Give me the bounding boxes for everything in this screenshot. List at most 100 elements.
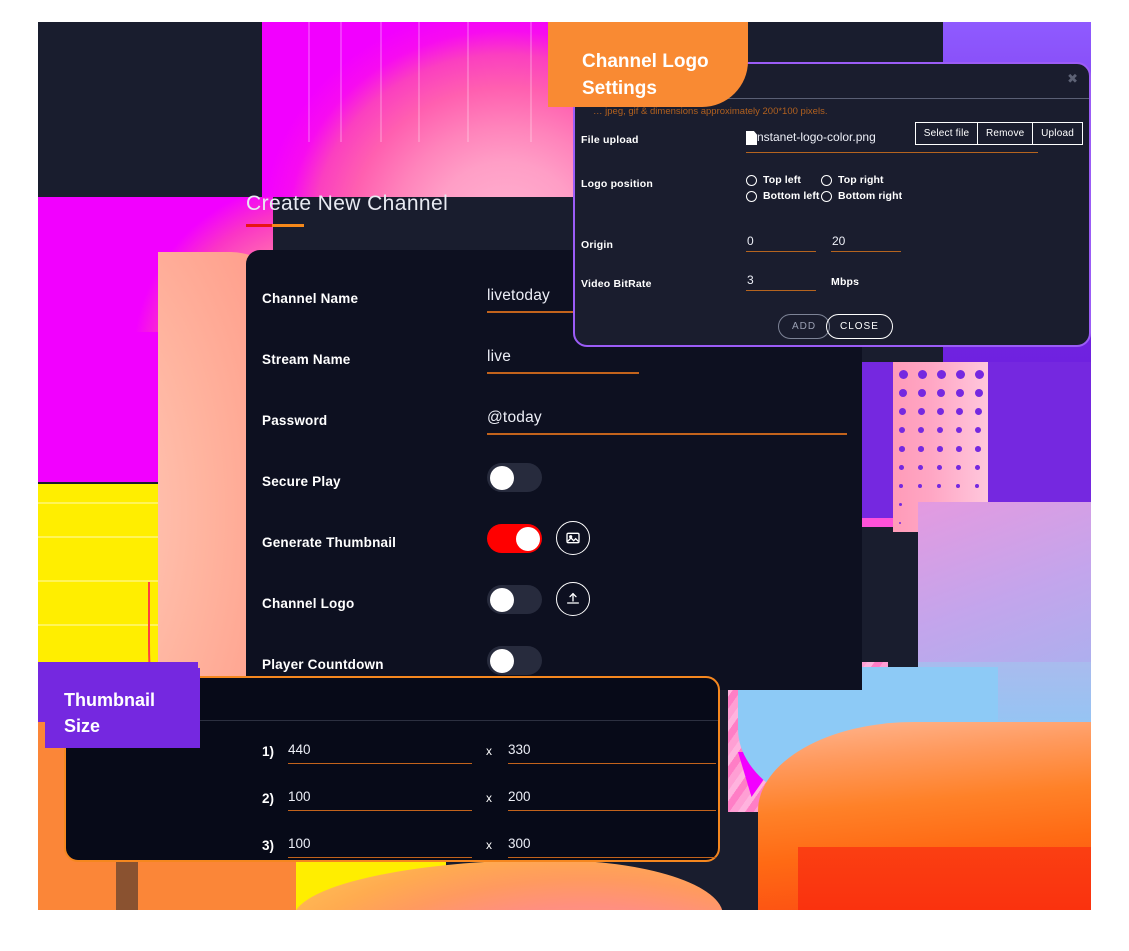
title-underline <box>246 224 304 227</box>
field-label: Channel Name <box>262 291 359 306</box>
radio-label: Bottom left <box>763 190 820 202</box>
radio-top-right[interactable]: Top right <box>821 174 884 186</box>
bg-dot <box>937 370 946 379</box>
row-index: 2) <box>262 791 275 806</box>
dimension-separator: x <box>486 791 492 805</box>
bg-dot <box>975 465 980 470</box>
thumbnail-width-underline <box>288 763 472 765</box>
form-row-stream-name: Stream Name live <box>246 348 862 413</box>
bg-dot <box>956 389 965 398</box>
radio-circle-icon <box>821 190 832 202</box>
toggle-player-countdown[interactable] <box>487 646 542 675</box>
bg-dot <box>899 408 907 416</box>
dimension-separator: x <box>486 744 492 758</box>
file-upload-label: File upload <box>581 134 639 146</box>
radio-circle-icon <box>746 190 757 202</box>
bg-dot <box>956 465 961 470</box>
upload-button[interactable]: Upload <box>1032 122 1083 145</box>
toggle-channel-logo[interactable] <box>487 585 542 614</box>
logo-position-label: Logo position <box>581 178 653 190</box>
bg-dot <box>937 465 942 470</box>
row-index: 1) <box>262 744 275 759</box>
bg-dot <box>975 408 983 416</box>
radio-bottom-right[interactable]: Bottom right <box>821 190 902 202</box>
upload-hint-text: … jpeg, gif & dimensions approximately 2… <box>593 106 828 117</box>
bg-dot <box>956 427 963 434</box>
close-icon[interactable]: ✖ <box>1067 71 1078 87</box>
video-bitrate-value[interactable]: 3 <box>747 273 754 287</box>
thumbnail-width-underline <box>288 810 472 812</box>
bg-dot <box>899 522 902 525</box>
field-label: Stream Name <box>262 352 351 367</box>
bg-dot <box>918 389 927 398</box>
bg-red-right <box>798 847 1091 910</box>
bg-dot <box>918 370 927 379</box>
radio-label: Top right <box>838 174 884 186</box>
radio-label: Top left <box>763 174 801 186</box>
origin-x-underline <box>746 251 816 253</box>
thumbnail-width-value[interactable]: 100 <box>288 789 311 804</box>
select-file-button[interactable]: Select file <box>914 122 979 145</box>
bg-dot <box>975 446 981 452</box>
app-screenshot: Create New Channel Channel Name livetoday… <box>0 0 1129 951</box>
thumbnail-width-underline <box>288 857 472 859</box>
origin-y-value[interactable]: 20 <box>832 234 845 248</box>
thumbnail-height-value[interactable]: 200 <box>508 789 531 804</box>
close-button[interactable]: CLOSE <box>826 314 893 339</box>
thumbnail-height-value[interactable]: 300 <box>508 836 531 851</box>
field-label: Generate Thumbnail <box>262 535 397 550</box>
bg-dot <box>918 408 926 416</box>
bg-dot <box>937 408 945 416</box>
field-label: Password <box>262 413 328 428</box>
row-index: 3) <box>262 838 275 853</box>
thumbnail-size-row: 2) 100 x 200 <box>66 789 718 815</box>
remove-button[interactable]: Remove <box>976 122 1034 145</box>
radio-top-left[interactable]: Top left <box>746 174 801 186</box>
bg-dot <box>937 484 941 488</box>
thumbnail-height-value[interactable]: 330 <box>508 742 531 757</box>
bg-dot <box>937 389 946 398</box>
field-label: Player Countdown <box>262 657 384 672</box>
form-row-secure-play: Secure Play <box>246 463 862 535</box>
dimension-separator: x <box>486 838 492 852</box>
form-row-password: Password @today <box>246 409 862 474</box>
upload-icon[interactable] <box>556 582 590 616</box>
field-label: Channel Logo <box>262 596 355 611</box>
thumbnail-height-underline <box>508 763 716 765</box>
thumbnail-size-row: 3) 100 x 300 <box>66 836 718 862</box>
thumbnail-width-value[interactable]: 100 <box>288 836 311 851</box>
bg-dot <box>937 427 944 434</box>
video-bitrate-underline <box>746 290 816 292</box>
radio-circle-icon <box>821 174 832 186</box>
field-value-password[interactable]: @today <box>487 409 542 427</box>
form-row-generate-thumbnail: Generate Thumbnail <box>246 521 862 596</box>
bg-dot <box>899 446 905 452</box>
image-icon[interactable] <box>556 521 590 555</box>
toggle-generate-thumbnail[interactable] <box>487 524 542 553</box>
bg-dot <box>975 484 979 488</box>
form-row-channel-logo: Channel Logo <box>246 582 862 657</box>
bg-dot <box>956 484 960 488</box>
origin-y-underline <box>831 251 901 253</box>
file-name-value[interactable]: nstanet-logo-color.png <box>757 130 876 144</box>
video-bitrate-label: Video BitRate <box>581 278 652 290</box>
add-button[interactable]: ADD <box>778 314 831 339</box>
toggle-knob <box>515 526 540 551</box>
bg-dot <box>918 427 925 434</box>
toggle-secure-play[interactable] <box>487 463 542 492</box>
radio-label: Bottom right <box>838 190 903 202</box>
bg-dot <box>975 370 984 379</box>
origin-x-value[interactable]: 0 <box>747 234 754 248</box>
thumbnail-width-value[interactable]: 440 <box>288 742 311 757</box>
radio-bottom-left[interactable]: Bottom left <box>746 190 820 202</box>
bg-dot <box>956 446 962 452</box>
bg-dot <box>918 446 924 452</box>
file-icon <box>746 131 757 145</box>
page-title: Create New Channel <box>246 192 449 215</box>
toggle-knob <box>489 465 514 490</box>
bg-dot <box>937 446 943 452</box>
field-value-stream-name[interactable]: live <box>487 348 511 366</box>
toggle-knob <box>489 648 514 673</box>
file-upload-underline <box>746 152 1038 154</box>
field-value-channel-name[interactable]: livetoday <box>487 287 550 305</box>
